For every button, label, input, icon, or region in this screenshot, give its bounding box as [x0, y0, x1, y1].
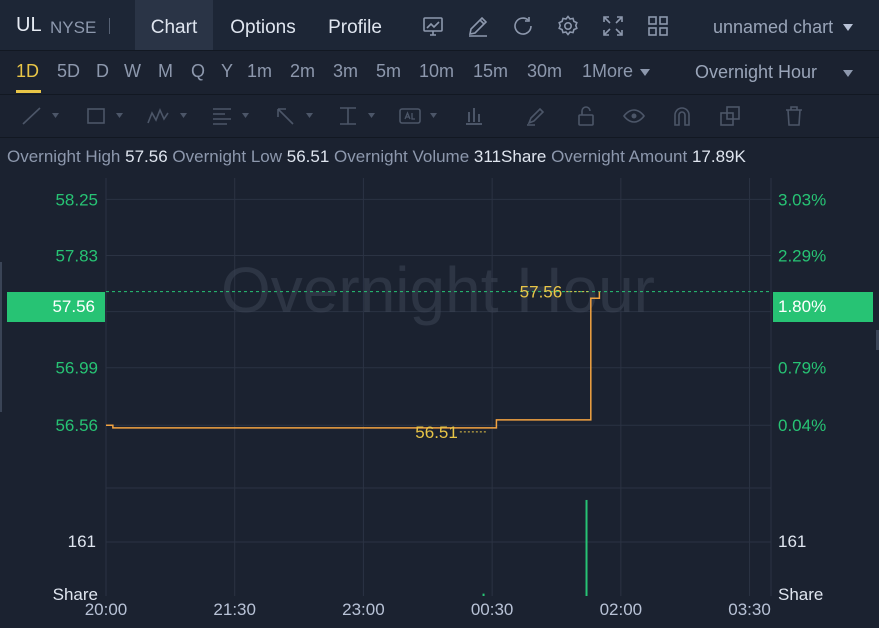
low-marker-label: 56.51: [415, 423, 458, 442]
percent-axis-tick: 2.29%: [778, 247, 826, 266]
volume-axis-tick: 161: [778, 532, 806, 551]
time-axis-tick: 23:00: [342, 600, 385, 619]
volume-bar: [585, 499, 588, 596]
percent-axis-tick: 0.04%: [778, 416, 826, 435]
time-axis-tick: 21:30: [213, 600, 256, 619]
price-chart[interactable]: Overnight Hour58.2557.8357.4156.9956.563…: [0, 0, 879, 628]
percent-axis-tick: 3.03%: [778, 190, 826, 209]
time-axis-tick: 03:30: [728, 600, 771, 619]
volume-bar: [482, 593, 485, 596]
current-price-tag: 57.56: [7, 292, 105, 322]
volume-unit-label: Share: [53, 585, 98, 604]
current-percent-tag: 1.80%: [773, 292, 873, 322]
price-axis-tick: 56.99: [55, 359, 98, 378]
chart-watermark: Overnight Hour: [221, 254, 655, 326]
volume-axis-tick: 161: [68, 532, 96, 551]
volume-unit-label: Share: [778, 585, 823, 604]
price-axis-tick: 56.56: [55, 416, 98, 435]
left-resize-handle[interactable]: [0, 262, 2, 412]
price-axis-tick: 58.25: [55, 190, 98, 209]
time-axis-tick: 02:00: [600, 600, 643, 619]
time-axis-tick: 00:30: [471, 600, 514, 619]
price-axis-tick: 57.83: [55, 247, 98, 266]
high-marker-label: 57.56: [520, 283, 563, 302]
percent-axis-tick: 0.79%: [778, 359, 826, 378]
